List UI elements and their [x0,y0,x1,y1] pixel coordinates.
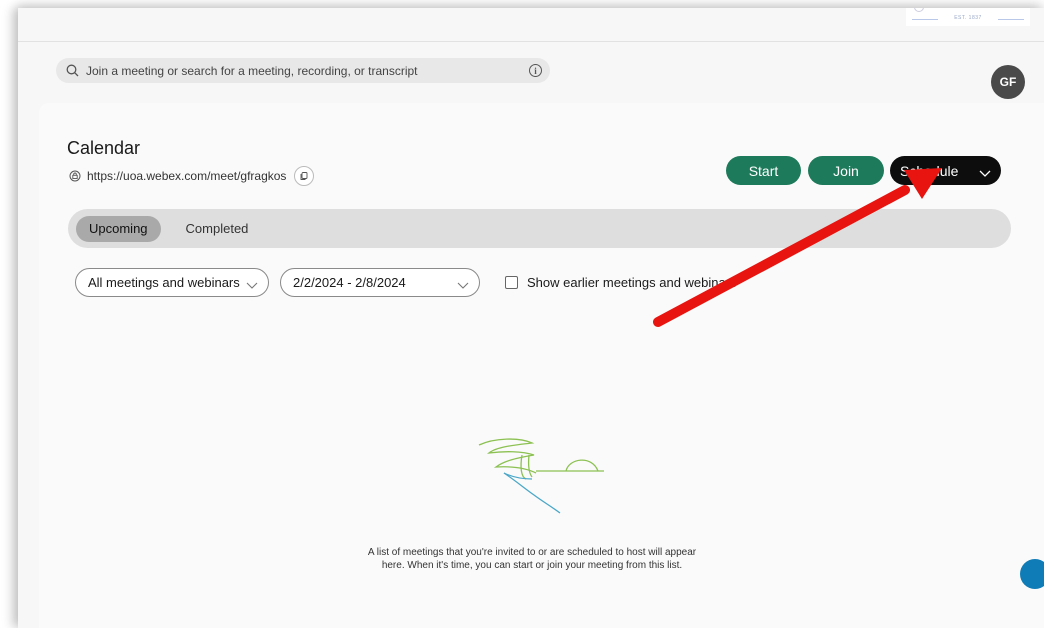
meeting-url[interactable]: https://uoa.webex.com/meet/gfragkos [87,169,286,183]
calendar-panel: Calendar https://uoa.webex.com/meet/gfra… [39,103,1044,628]
empty-state-line-2: here. When it's time, you can start or j… [381,560,683,571]
chevron-down-icon [246,278,258,293]
meeting-url-row: https://uoa.webex.com/meet/gfragkos [69,166,315,186]
schedule-button[interactable]: Schedule [890,156,1001,185]
search-placeholder: Join a meeting or search for a meeting, … [86,63,418,78]
show-earlier-checkbox[interactable] [505,276,518,289]
meeting-type-value: All meetings and webinars [88,275,240,290]
page-title: Calendar [67,138,141,158]
help-icon[interactable] [1020,559,1044,589]
webex-window: EST. 1837 Join a meeting or search for a… [18,8,1044,628]
info-icon[interactable]: i [529,64,542,77]
personal-room-icon [69,170,81,182]
university-logo: EST. 1837 [906,8,1030,26]
search-icon [66,64,80,78]
tab-completed[interactable]: Completed [173,216,262,242]
date-range-value: 2/2/2024 - 2/8/2024 [293,275,406,290]
avatar[interactable]: GF [991,65,1025,99]
meeting-type-dropdown[interactable]: All meetings and webinars [75,268,269,297]
join-button[interactable]: Join [808,156,884,185]
date-range-dropdown[interactable]: 2/2/2024 - 2/8/2024 [280,268,480,297]
start-button[interactable]: Start [726,156,801,185]
tab-bar: Upcoming Completed [68,209,1011,248]
top-bar: EST. 1837 [18,8,1044,42]
schedule-label: Schedule [900,162,959,179]
chevron-down-icon[interactable] [979,165,991,181]
copy-icon[interactable] [294,166,315,186]
search-input[interactable]: Join a meeting or search for a meeting, … [56,58,550,83]
chevron-down-icon [457,278,469,293]
empty-state-message: A list of meetings that you're invited t… [322,546,742,572]
empty-calendar-illustration-icon [474,433,604,523]
show-earlier-label: Show earlier meetings and webinars [527,275,737,290]
empty-state-line-1: A list of meetings that you're invited t… [367,547,697,558]
tab-upcoming[interactable]: Upcoming [76,215,161,242]
show-earlier-checkbox-row[interactable]: Show earlier meetings and webinars [505,275,737,290]
